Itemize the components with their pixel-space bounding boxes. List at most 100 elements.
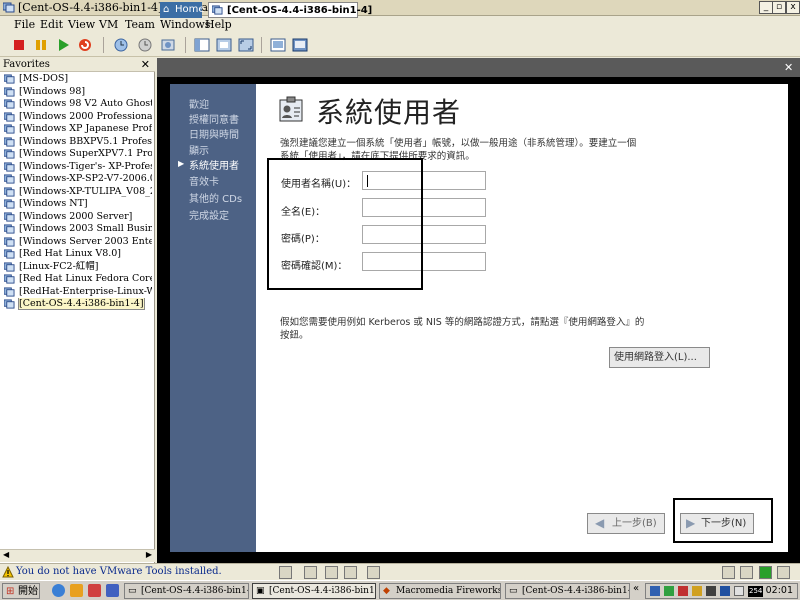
favorite-item[interactable]: [Windows-XP-SP2-V7-2006.07.14_	[0, 173, 152, 186]
favorite-item[interactable]: [Windows-Tiger's- XP-Professional-	[0, 161, 152, 174]
device-sound-icon[interactable]	[367, 566, 380, 579]
snapshot-manager-icon[interactable]	[160, 37, 176, 53]
device-floppy-icon[interactable]	[304, 566, 317, 579]
status-green-icon[interactable]	[759, 566, 772, 579]
tab-vm-label: [Cent-OS-4.4-i386-bin1-4]	[227, 5, 373, 16]
scroll-left-icon[interactable]: ◀	[3, 550, 9, 559]
task-button[interactable]: ▭ [Cent-OS-4.4-i386-bin1-4]	[505, 583, 630, 599]
back-button[interactable]: ◀ 上一步(B)	[587, 513, 665, 534]
quicklaunch-icon[interactable]	[88, 584, 101, 597]
device-cdrom-icon[interactable]	[344, 566, 357, 579]
tray-badge[interactable]: 254	[748, 586, 764, 597]
favorite-item[interactable]: [Windows NT]	[0, 198, 152, 211]
close-tab-icon[interactable]: ✕	[784, 61, 793, 74]
step-sound-card: 音效卡	[189, 177, 219, 188]
snapshot-icon[interactable]	[113, 37, 129, 53]
tray-icon[interactable]	[706, 586, 716, 596]
favorite-item-label: [Linux-FC2-紅帽]	[19, 260, 99, 272]
menu-file[interactable]: File	[14, 18, 35, 31]
vm-icon	[4, 236, 15, 247]
favorite-item-label: [Windows-XP-TULIPA_V08_2006.	[19, 185, 152, 197]
ie-icon[interactable]	[52, 584, 65, 597]
status-keyboard-icon[interactable]	[740, 566, 753, 579]
status-lock-icon[interactable]	[777, 566, 790, 579]
task-button[interactable]: ▭ [Cent-OS-4.4-i386-bin1-4...	[124, 583, 249, 599]
quicklaunch-icon[interactable]	[106, 584, 119, 597]
quicklaunch-icon[interactable]	[70, 584, 83, 597]
favorites-header: Favorites ✕	[0, 58, 155, 72]
status-display-icon[interactable]	[722, 566, 735, 579]
tray-icon[interactable]	[650, 586, 660, 596]
network-login-text: 假如您需要使用例如 Kerberos 或 NIS 等的網路認證方式，請點選『使用…	[280, 316, 700, 342]
menu-windows[interactable]: Windows	[160, 18, 210, 31]
tray-icon[interactable]	[664, 586, 674, 596]
favorite-item[interactable]: [Windows 98 V2 Auto Ghost]	[0, 98, 152, 111]
task-button[interactable]: ◆ Macromedia Fireworks M...	[379, 583, 501, 599]
favorite-item[interactable]: [Cent-OS-4.4-i386-bin1-4]	[0, 298, 152, 311]
vmware-app-icon	[3, 2, 15, 13]
full-screen-icon[interactable]	[238, 37, 254, 53]
start-button[interactable]: ⊞ 開始	[2, 583, 40, 599]
favorite-item[interactable]: [Windows 2003 Small Business Serv	[0, 223, 152, 236]
tray-icon[interactable]	[734, 586, 744, 596]
menu-vm[interactable]: VM	[99, 18, 118, 31]
device-network-icon[interactable]	[325, 566, 338, 579]
menu-view[interactable]: View	[68, 18, 95, 31]
favorite-item-label: [Red Hat Linux Fedora Core 4]	[19, 273, 152, 284]
power-off-icon[interactable]	[11, 37, 27, 53]
favorite-item[interactable]: [Linux-FC2-紅帽]	[0, 261, 152, 274]
favorite-item[interactable]: [Red Hat Linux V8.0]	[0, 248, 152, 261]
favorite-item[interactable]: [Windows 98]	[0, 86, 152, 99]
close-button[interactable]: x	[786, 1, 800, 14]
favorite-item[interactable]: [Windows Server 2003 Enterprise E	[0, 236, 152, 249]
favorite-item[interactable]: [MS-DOS]	[0, 73, 152, 86]
favorite-item[interactable]: [RedHat-Enterprise-Linux-WS-V4.0	[0, 286, 152, 299]
step-welcome: 歡迎	[189, 100, 209, 111]
network-line-2: 按鈕。	[280, 330, 309, 341]
revert-icon[interactable]	[137, 37, 153, 53]
favorite-item[interactable]: [Windows-XP-TULIPA_V08_2006.	[0, 186, 152, 199]
toolbar-separator	[103, 37, 104, 53]
toolbar-separator	[261, 37, 262, 53]
restore-button[interactable]: ▫	[772, 1, 786, 14]
summary-view-icon[interactable]	[292, 37, 308, 53]
step-date-time: 日期與時間	[189, 130, 239, 141]
close-favorites-icon[interactable]: ✕	[141, 58, 150, 71]
fields-highlight-box	[267, 158, 423, 290]
minimize-button[interactable]: _	[759, 1, 773, 14]
favorite-item[interactable]: [Windows BBXPV5.1 Professional]	[0, 136, 152, 149]
favorite-item[interactable]: [Windows 2000 Server]	[0, 211, 152, 224]
task-vmware-icon: ▣	[256, 586, 265, 596]
vm-icon	[4, 224, 15, 234]
vmware-tools-icon[interactable]	[279, 566, 292, 579]
power-on-icon[interactable]	[55, 37, 71, 53]
reset-icon[interactable]	[77, 37, 93, 53]
scroll-right-icon[interactable]: ▶	[146, 550, 152, 559]
favorite-item[interactable]: [Windows SuperXPV7.1 Professional]	[0, 148, 152, 161]
task-button-active[interactable]: ▣ [Cent-OS-4.4-i386-bin1-4...	[252, 583, 376, 599]
console-view-icon[interactable]	[270, 37, 286, 53]
tray-icon[interactable]	[720, 586, 730, 596]
vm-icon	[4, 261, 15, 272]
favorite-item[interactable]: [Windows XP Japanese Professional]	[0, 123, 152, 136]
tab-vm[interactable]: [Cent-OS-4.4-i386-bin1-4]	[208, 2, 372, 18]
quick-switch-icon[interactable]	[216, 37, 232, 53]
vm-icon	[4, 186, 15, 197]
tray-icon[interactable]	[692, 586, 702, 596]
favorite-item-label: [Windows XP Japanese Professional]	[19, 123, 152, 134]
sidebar-toggle-icon[interactable]	[194, 37, 210, 53]
suspend-icon[interactable]	[33, 37, 49, 53]
tab-home[interactable]: ⌂ Home	[160, 2, 205, 18]
network-login-button[interactable]: 使用網路登入(L)...	[609, 347, 710, 368]
start-label: 開始	[18, 586, 38, 597]
taskbar-overflow-icon[interactable]: «	[633, 583, 639, 594]
favorites-horizontal-scrollbar[interactable]: ◀ ▶	[0, 549, 155, 562]
menu-team[interactable]: Team	[125, 18, 155, 31]
favorite-item[interactable]: [Red Hat Linux Fedora Core 4]	[0, 273, 152, 286]
tray-icon[interactable]	[678, 586, 688, 596]
favorite-item[interactable]: [Windows 2000 Professional]	[0, 111, 152, 124]
toolbar	[0, 33, 800, 57]
menu-edit[interactable]: Edit	[40, 18, 63, 31]
task-fireworks-icon: ◆	[383, 586, 390, 596]
menu-help[interactable]: Help	[205, 18, 232, 31]
